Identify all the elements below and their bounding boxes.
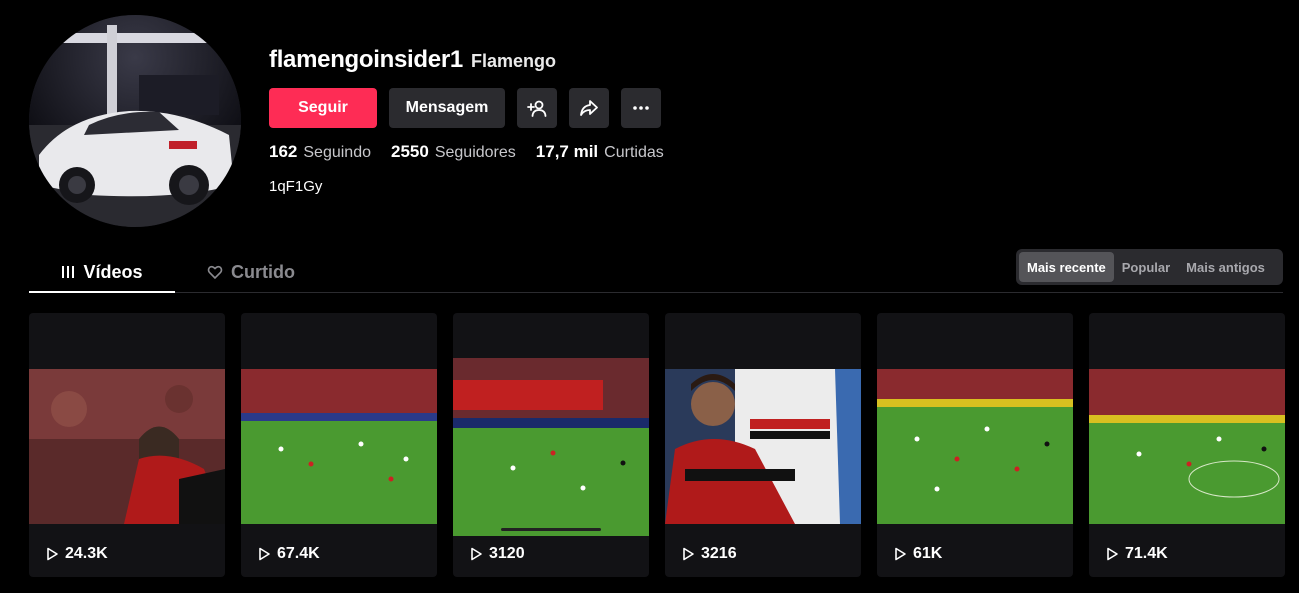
share-icon [580,100,598,116]
video-card[interactable]: 3120 [453,313,649,577]
view-count: 61K [893,545,942,563]
view-count: 3216 [681,545,737,563]
sort-option-popular[interactable]: Popular [1114,252,1178,282]
video-thumbnail [1089,369,1285,524]
view-count: 24.3K [45,545,108,563]
stat-likes: 17,7 mil Curtidas [536,142,664,162]
add-user-button[interactable] [517,88,557,128]
video-grid: 24.3K 67.4K 3120 3216 61K 71.4K [29,313,1285,577]
profile-username: flamengoinsider1 [269,46,463,73]
view-count-text: 71.4K [1125,545,1168,562]
profile-stats: 162 Seguindo 2550 Seguidores 17,7 mil Cu… [269,142,684,162]
video-thumbnail [453,358,649,536]
video-thumbnail [665,369,861,524]
tab-videos[interactable]: Vídeos [29,252,175,293]
video-card[interactable]: 24.3K [29,313,225,577]
view-count-text: 61K [913,545,943,562]
profile-avatar[interactable] [29,15,241,227]
view-count-text: 3120 [489,545,525,562]
view-count-text: 3216 [701,545,737,562]
video-thumbnail [29,369,225,524]
stat-following[interactable]: 162 Seguindo [269,142,371,162]
message-button[interactable]: Mensagem [389,88,505,128]
stat-value: 162 [269,142,298,161]
view-count-text: 24.3K [65,545,108,562]
video-card[interactable]: 61K [877,313,1073,577]
play-icon [683,547,694,561]
heart-icon [207,265,223,280]
grid-bars-icon [62,266,75,278]
profile-bio: 1qF1Gy [269,178,323,195]
share-button[interactable] [569,88,609,128]
video-thumbnail [241,369,437,524]
play-icon [47,547,58,561]
view-count-text: 67.4K [277,545,320,562]
more-options-button[interactable] [621,88,661,128]
stat-label: Seguindo [303,144,371,161]
video-card[interactable]: 71.4K [1089,313,1285,577]
stat-value: 2550 [391,142,429,161]
follow-button[interactable]: Seguir [269,88,377,128]
video-card[interactable]: 67.4K [241,313,437,577]
play-icon [895,547,906,561]
play-icon [471,547,482,561]
more-icon [633,106,649,110]
view-count: 3120 [469,545,525,563]
view-count: 71.4K [1105,545,1168,563]
video-thumbnail [877,369,1073,524]
sort-selector: Mais recente Popular Mais antigos [1016,249,1283,285]
stat-value: 17,7 mil [535,142,599,161]
stat-label: Curtidas [604,144,664,161]
play-icon [1107,547,1118,561]
view-count: 67.4K [257,545,320,563]
play-icon [259,547,270,561]
avatar-image [29,15,241,227]
tab-videos-label: Vídeos [83,261,143,282]
stat-followers[interactable]: 2550 Seguidores [391,142,516,162]
tab-liked[interactable]: Curtido [195,252,307,292]
video-card[interactable]: 3216 [665,313,861,577]
sort-option-oldest[interactable]: Mais antigos [1178,252,1273,282]
stat-label: Seguidores [434,144,516,161]
sort-option-recent[interactable]: Mais recente [1019,252,1114,282]
add-user-icon [527,100,547,117]
profile-nickname: Flamengo [471,51,557,71]
tab-liked-label: Curtido [231,261,295,282]
